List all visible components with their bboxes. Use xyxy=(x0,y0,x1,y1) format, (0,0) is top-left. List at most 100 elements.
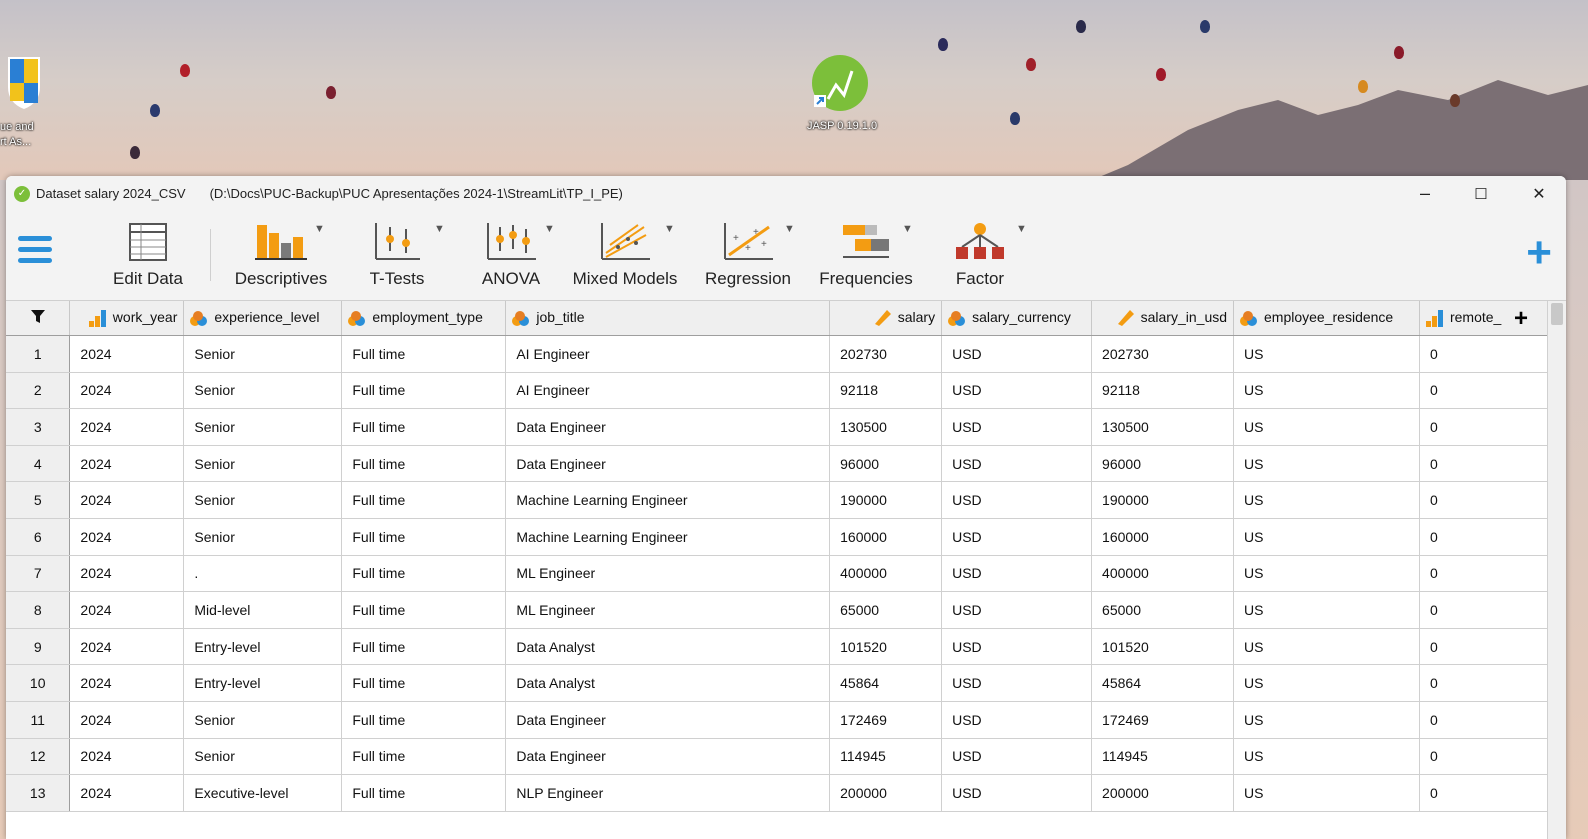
table-cell[interactable]: Full time xyxy=(341,738,507,776)
table-cell[interactable]: 0 xyxy=(1419,372,1549,410)
hamburger-menu-icon[interactable] xyxy=(18,236,52,266)
table-cell[interactable]: Full time xyxy=(341,481,507,519)
table-cell[interactable]: Senior xyxy=(183,518,343,556)
row-number[interactable]: 10 xyxy=(6,664,71,702)
table-cell[interactable]: US xyxy=(1233,408,1420,446)
column-header-remote-[interactable]: remote_ xyxy=(1419,301,1549,336)
row-number[interactable]: 9 xyxy=(6,628,71,666)
table-cell[interactable]: US xyxy=(1233,738,1420,776)
table-cell[interactable]: 2024 xyxy=(69,555,185,593)
table-cell[interactable]: USD xyxy=(941,408,1093,446)
column-header-employment-type[interactable]: employment_type xyxy=(341,301,507,336)
table-cell[interactable]: 130500 xyxy=(1091,408,1235,446)
table-cell[interactable]: USD xyxy=(941,628,1093,666)
table-cell[interactable]: USD xyxy=(941,774,1093,812)
table-cell[interactable]: US xyxy=(1233,591,1420,629)
table-cell[interactable]: 190000 xyxy=(1091,481,1235,519)
table-cell[interactable]: US xyxy=(1233,774,1420,812)
table-cell[interactable]: 114945 xyxy=(829,738,943,776)
table-cell[interactable]: 202730 xyxy=(1091,335,1235,373)
table-cell[interactable]: 0 xyxy=(1419,774,1549,812)
table-cell[interactable]: USD xyxy=(941,372,1093,410)
table-cell[interactable]: Mid-level xyxy=(183,591,343,629)
table-cell[interactable]: US xyxy=(1233,628,1420,666)
table-cell[interactable]: ML Engineer xyxy=(505,555,831,593)
table-cell[interactable]: Senior xyxy=(183,408,343,446)
table-cell[interactable]: Data Engineer xyxy=(505,701,831,739)
filter-icon[interactable] xyxy=(6,301,71,336)
table-cell[interactable]: Full time xyxy=(341,445,507,483)
table-cell[interactable]: Senior xyxy=(183,372,343,410)
security-shield-icon[interactable] xyxy=(4,55,44,111)
table-cell[interactable]: Data Analyst xyxy=(505,628,831,666)
scrollbar-thumb[interactable] xyxy=(1551,303,1563,325)
jasp-shortcut-icon[interactable] xyxy=(810,55,870,113)
table-cell[interactable]: Full time xyxy=(341,408,507,446)
table-cell[interactable]: Machine Learning Engineer xyxy=(505,481,831,519)
table-cell[interactable]: Machine Learning Engineer xyxy=(505,518,831,556)
table-cell[interactable]: Data Engineer xyxy=(505,408,831,446)
row-number[interactable]: 4 xyxy=(6,445,71,483)
table-cell[interactable]: Senior xyxy=(183,701,343,739)
row-number[interactable]: 12 xyxy=(6,738,71,776)
row-number[interactable]: 7 xyxy=(6,555,71,593)
table-cell[interactable]: Data Engineer xyxy=(505,445,831,483)
column-header-employee-residence[interactable]: employee_residence xyxy=(1233,301,1420,336)
table-cell[interactable]: 2024 xyxy=(69,481,185,519)
table-cell[interactable]: Senior xyxy=(183,738,343,776)
table-cell[interactable]: 2024 xyxy=(69,591,185,629)
table-cell[interactable]: 0 xyxy=(1419,701,1549,739)
table-cell[interactable]: 130500 xyxy=(829,408,943,446)
t-tests-button[interactable]: ▼ T-Tests xyxy=(352,221,445,289)
table-cell[interactable]: Data Analyst xyxy=(505,664,831,702)
table-cell[interactable]: 2024 xyxy=(69,701,185,739)
row-number[interactable]: 1 xyxy=(6,335,71,373)
table-cell[interactable]: 2024 xyxy=(69,518,185,556)
table-cell[interactable]: 202730 xyxy=(829,335,943,373)
table-cell[interactable]: 2024 xyxy=(69,335,185,373)
table-cell[interactable]: US xyxy=(1233,701,1420,739)
table-cell[interactable]: 2024 xyxy=(69,738,185,776)
row-number[interactable]: 13 xyxy=(6,774,71,812)
table-cell[interactable]: AI Engineer xyxy=(505,335,831,373)
minimize-button[interactable]: – xyxy=(1402,176,1448,211)
table-cell[interactable]: Full time xyxy=(341,701,507,739)
table-cell[interactable]: US xyxy=(1233,555,1420,593)
table-cell[interactable]: 96000 xyxy=(829,445,943,483)
column-header-salary-currency[interactable]: salary_currency xyxy=(941,301,1093,336)
table-cell[interactable]: 2024 xyxy=(69,774,185,812)
table-cell[interactable]: 101520 xyxy=(1091,628,1235,666)
maximize-button[interactable]: ☐ xyxy=(1458,176,1504,211)
column-header-job-title[interactable]: job_title xyxy=(505,301,831,336)
table-cell[interactable]: NLP Engineer xyxy=(505,774,831,812)
table-cell[interactable]: 101520 xyxy=(829,628,943,666)
table-cell[interactable]: Entry-level xyxy=(183,628,343,666)
add-column-button[interactable]: + xyxy=(1514,305,1528,333)
table-cell[interactable]: Senior xyxy=(183,481,343,519)
mixed-models-button[interactable]: ▼ Mixed Models xyxy=(568,221,682,289)
table-cell[interactable]: USD xyxy=(941,445,1093,483)
table-cell[interactable]: 2024 xyxy=(69,664,185,702)
table-cell[interactable]: USD xyxy=(941,335,1093,373)
table-cell[interactable]: 172469 xyxy=(1091,701,1235,739)
table-cell[interactable]: 65000 xyxy=(1091,591,1235,629)
table-cell[interactable]: 45864 xyxy=(829,664,943,702)
table-cell[interactable]: Data Engineer xyxy=(505,738,831,776)
table-cell[interactable]: 172469 xyxy=(829,701,943,739)
row-number[interactable]: 2 xyxy=(6,372,71,410)
table-cell[interactable]: 200000 xyxy=(829,774,943,812)
table-cell[interactable]: Executive-level xyxy=(183,774,343,812)
table-cell[interactable]: USD xyxy=(941,664,1093,702)
table-cell[interactable]: Full time xyxy=(341,591,507,629)
column-header-salary-in-usd[interactable]: salary_in_usd xyxy=(1091,301,1235,336)
table-cell[interactable]: 0 xyxy=(1419,518,1549,556)
table-cell[interactable]: Full time xyxy=(341,664,507,702)
table-cell[interactable]: 0 xyxy=(1419,481,1549,519)
table-cell[interactable]: 114945 xyxy=(1091,738,1235,776)
edit-data-button[interactable]: Edit Data xyxy=(108,221,188,289)
table-cell[interactable]: Full time xyxy=(341,774,507,812)
factor-button[interactable]: ▼ Factor xyxy=(940,221,1027,289)
table-cell[interactable]: US xyxy=(1233,518,1420,556)
table-cell[interactable]: 400000 xyxy=(829,555,943,593)
table-cell[interactable]: US xyxy=(1233,445,1420,483)
